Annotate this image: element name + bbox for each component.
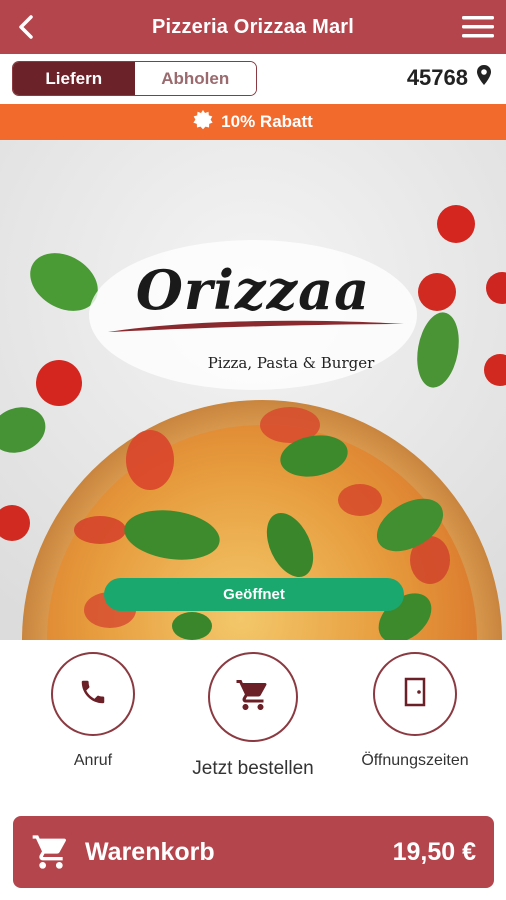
brand-logo-text: Orizzaa bbox=[135, 258, 371, 322]
opening-hours-button-circle[interactable] bbox=[373, 652, 457, 736]
open-status-badge: Geöffnet bbox=[104, 578, 404, 611]
postal-code: 45768 bbox=[406, 64, 468, 90]
cart-label: Warenkorb bbox=[85, 837, 215, 866]
hero-image: Orizzaa Pizza, Pasta & Burger Geöffnet bbox=[0, 140, 506, 640]
door-icon bbox=[402, 676, 428, 713]
map-pin-icon bbox=[476, 64, 492, 91]
cart-icon bbox=[31, 832, 71, 872]
order-now-button[interactable]: Jetzt bestellen bbox=[168, 652, 338, 780]
hamburger-menu-icon[interactable] bbox=[460, 12, 496, 42]
cart-total: 19,50 € bbox=[392, 837, 476, 866]
call-button-circle[interactable] bbox=[51, 652, 135, 736]
pizza-photo bbox=[0, 140, 506, 640]
call-label: Anruf bbox=[73, 752, 113, 769]
order-now-button-circle[interactable] bbox=[208, 652, 298, 742]
opening-hours-button[interactable]: Öffnungszeiten bbox=[330, 652, 500, 770]
call-button[interactable]: Anruf bbox=[8, 652, 178, 770]
mode-option-delivery[interactable]: Liefern bbox=[13, 62, 135, 95]
badge-icon bbox=[193, 109, 213, 135]
discount-banner[interactable]: 10% Rabatt bbox=[0, 104, 506, 140]
postal-code-selector[interactable]: 45768 bbox=[407, 64, 492, 91]
brand-tagline: Pizza, Pasta & Burger bbox=[207, 354, 375, 372]
logo-swoosh bbox=[108, 320, 404, 332]
quick-actions: Anruf Jetzt bestellen Öffnungszeiten bbox=[0, 640, 506, 810]
back-arrow-icon[interactable] bbox=[12, 12, 42, 42]
app-header: Pizzeria Orizzaa Marl bbox=[0, 0, 506, 54]
opening-hours-label: Öffnungszeiten bbox=[361, 752, 469, 769]
page-title: Pizzeria Orizzaa Marl bbox=[151, 15, 355, 38]
phone-icon bbox=[78, 677, 108, 712]
cart-button[interactable]: Warenkorb 19,50 € bbox=[13, 816, 494, 888]
mode-option-pickup[interactable]: Abholen bbox=[134, 62, 256, 95]
order-now-label: Jetzt bestellen bbox=[192, 758, 314, 779]
discount-text: 10% Rabatt bbox=[221, 112, 313, 131]
delivery-mode-toggle: Liefern Abholen bbox=[12, 61, 257, 96]
cart-icon bbox=[235, 677, 271, 718]
